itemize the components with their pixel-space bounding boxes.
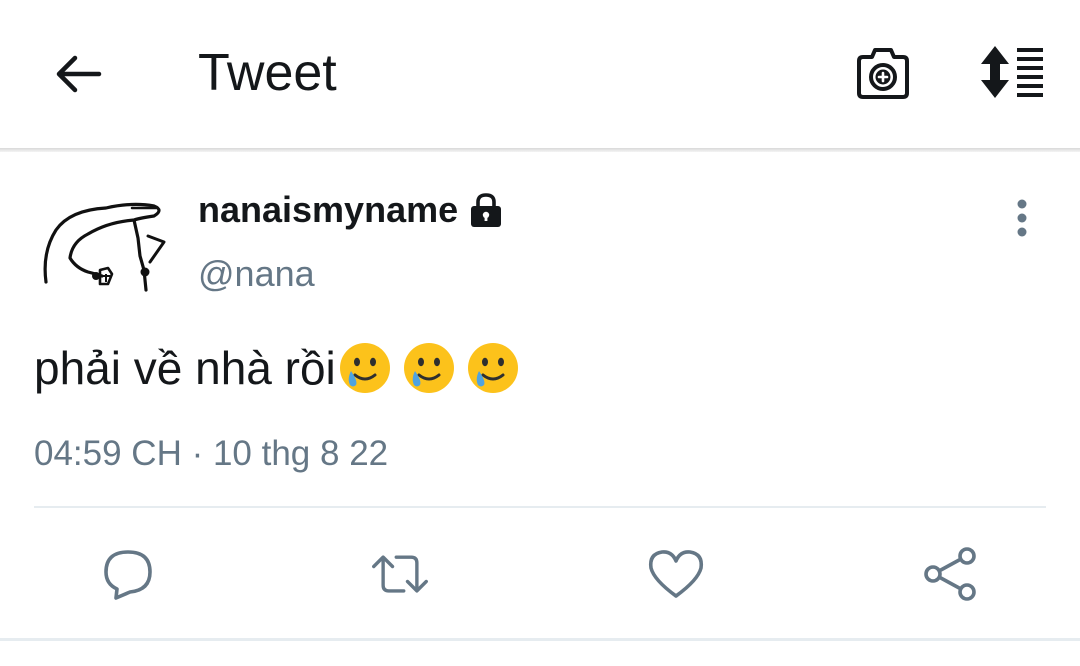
heart-icon <box>648 550 704 598</box>
arrow-left-icon <box>56 55 102 93</box>
camera-button[interactable] <box>850 42 916 104</box>
emoji-row <box>338 341 530 395</box>
smiling-face-with-tear-icon <box>467 343 518 393</box>
user-handle[interactable]: @nana <box>198 252 315 296</box>
smiling-face-with-tear-icon <box>339 343 390 393</box>
tweet-text-content: phải về nhà rồi <box>34 342 336 394</box>
avatar-drawing <box>43 202 166 292</box>
actions-divider <box>34 506 1046 508</box>
display-name[interactable]: nanaismyname <box>198 188 506 232</box>
reply-button[interactable] <box>98 544 158 604</box>
share-button[interactable] <box>920 544 980 604</box>
avatar[interactable] <box>36 186 182 304</box>
header-divider <box>0 148 1080 152</box>
like-button[interactable] <box>646 544 706 604</box>
sort-list-icon <box>981 46 1043 98</box>
tweet-text: phải về nhà rồi <box>34 338 530 398</box>
camera-plus-icon <box>857 48 909 99</box>
retweet-button[interactable] <box>370 544 430 604</box>
page-title: Tweet <box>198 44 337 102</box>
display-name-text: nanaismyname <box>198 189 459 230</box>
sort-button[interactable] <box>974 42 1050 102</box>
lock-icon <box>466 190 506 230</box>
tweet-timestamp: 04:59 CH · 10 thg 8 22 <box>34 434 389 473</box>
app-header: Tweet <box>0 0 1080 148</box>
more-options-button[interactable] <box>1000 196 1044 240</box>
retweet-icon <box>372 555 428 593</box>
smiling-face-with-tear-icon <box>403 343 454 393</box>
share-icon <box>924 547 976 601</box>
reply-icon <box>104 550 152 600</box>
bottom-divider <box>0 638 1080 641</box>
more-vertical-icon <box>1017 199 1027 237</box>
back-button[interactable] <box>48 44 108 104</box>
